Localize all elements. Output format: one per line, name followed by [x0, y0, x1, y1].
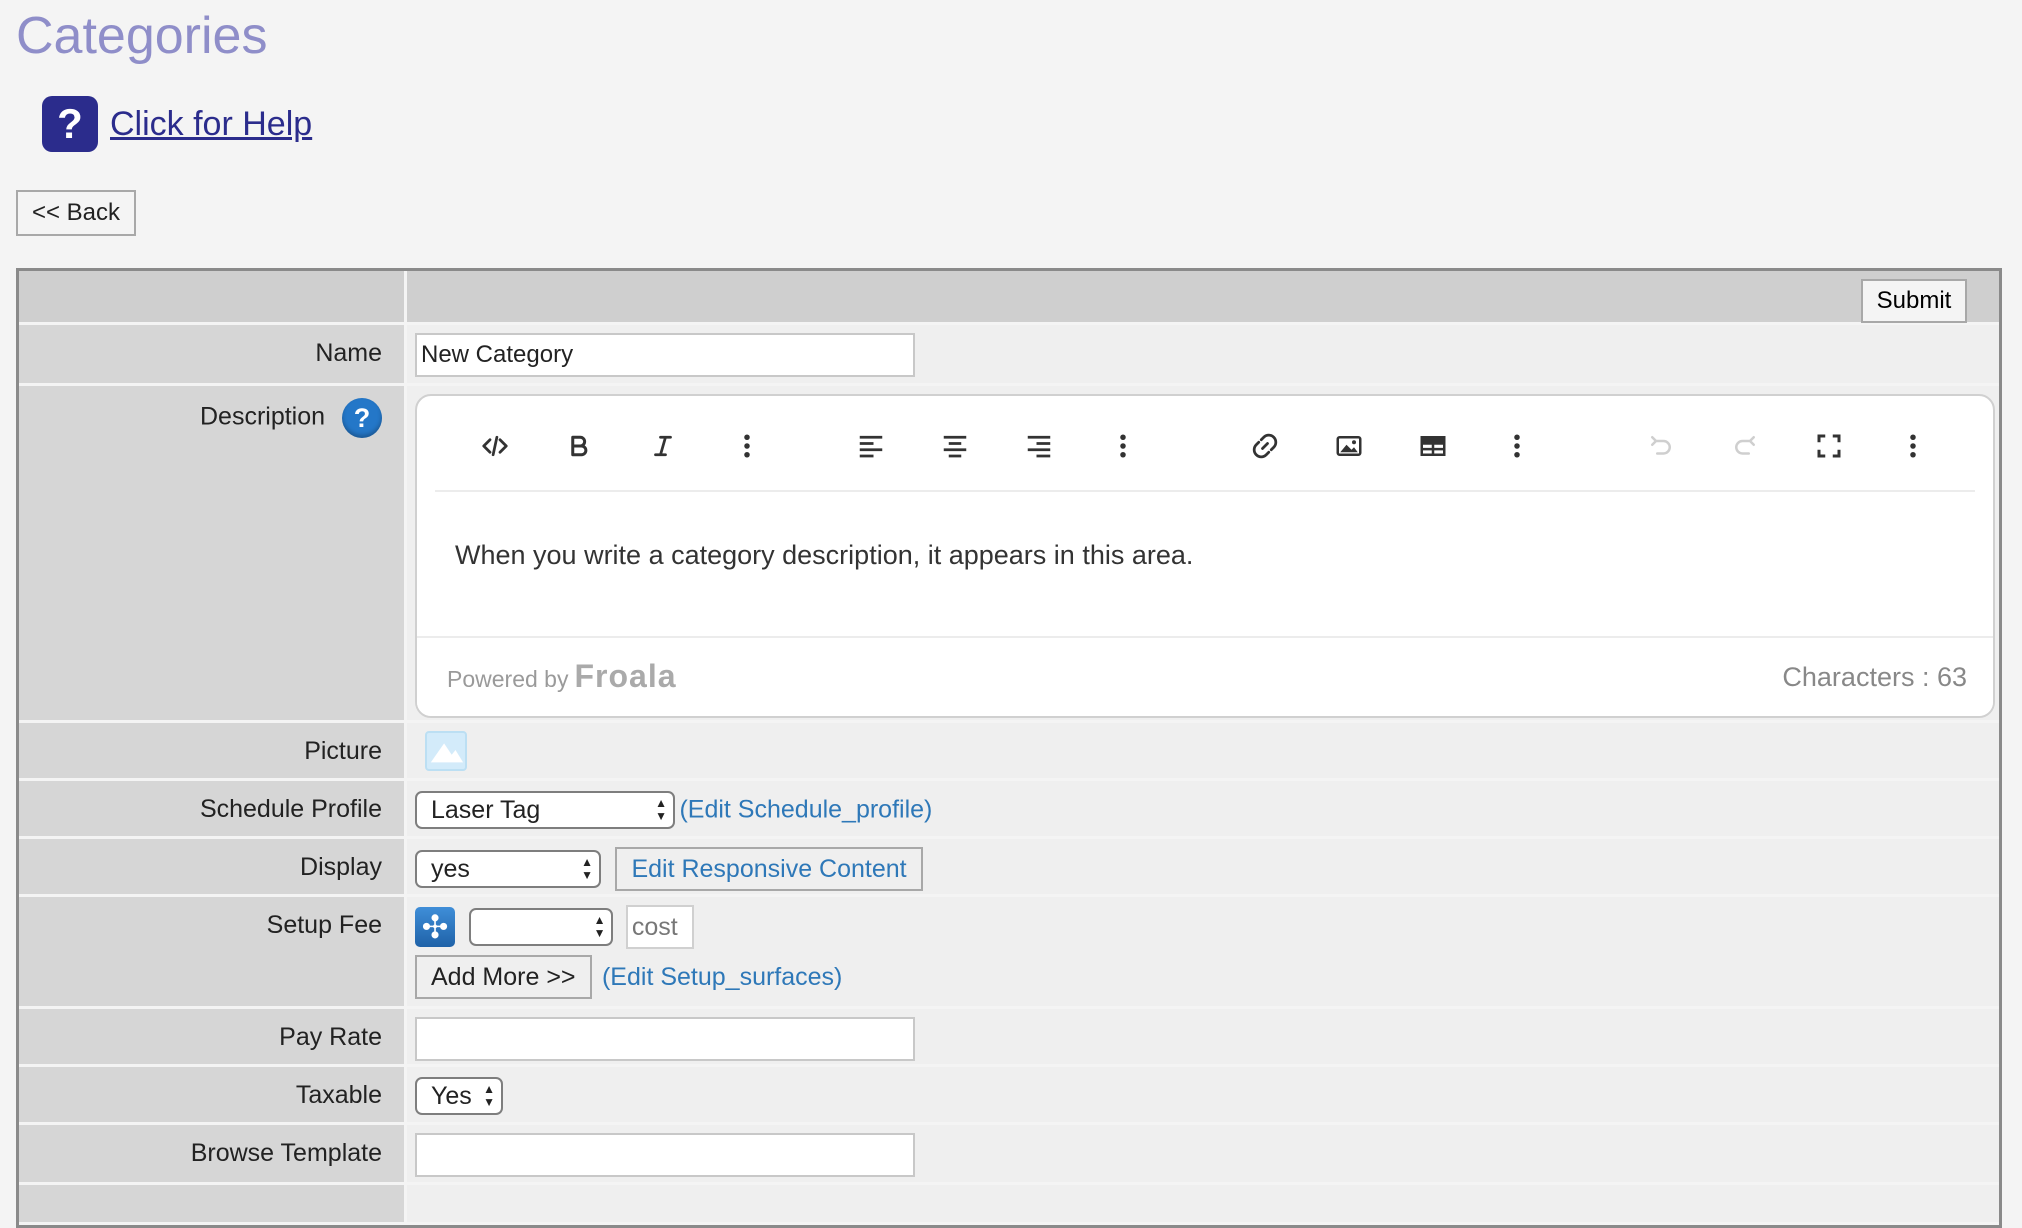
setup-fee-label: Setup Fee	[19, 897, 407, 1006]
setup-fee-actions: Add More >> (Edit Setup_surfaces)	[415, 955, 1999, 999]
more-paragraph-icon[interactable]	[1103, 426, 1143, 466]
pay-rate-label: Pay Rate	[19, 1009, 407, 1064]
picture-value-cell	[407, 723, 1999, 778]
display-row: Display yes ▲ ▼ Edit Responsive Content	[19, 839, 1999, 897]
header-value-cell: Submit	[407, 271, 1999, 323]
schedule-profile-row: Schedule Profile Laser Tag ▲ ▼ (Edit Sche…	[19, 781, 1999, 839]
align-left-icon[interactable]	[851, 426, 891, 466]
picture-row: Picture	[19, 723, 1999, 781]
cost-input[interactable]: cost	[625, 905, 694, 949]
align-center-icon[interactable]	[935, 426, 975, 466]
select-arrows-icon: ▲ ▼	[581, 855, 593, 882]
italic-icon[interactable]	[643, 426, 683, 466]
bold-icon[interactable]	[559, 426, 599, 466]
align-right-icon[interactable]	[1019, 426, 1059, 466]
more-rich-icon[interactable]	[1497, 426, 1537, 466]
select-arrows-icon: ▲ ▼	[593, 913, 606, 940]
editor-footer: Powered by Froala Characters : 63	[417, 636, 1993, 716]
more-misc-icon[interactable]	[1893, 426, 1933, 466]
name-value-cell	[407, 325, 1999, 383]
setup-fee-value-cell: ✣ ▲ ▼ cost Add More >> (Edit Setup_surfac…	[407, 897, 1999, 1006]
browse-template-row: Browse Template	[19, 1125, 1999, 1185]
pay-rate-input[interactable]	[415, 1017, 915, 1061]
picture-label: Picture	[19, 723, 407, 778]
description-row: Description ? When you write a category …	[19, 386, 1999, 723]
powered-by-text: Powered by	[447, 666, 569, 692]
display-value-cell: yes ▲ ▼ Edit Responsive Content	[407, 839, 1999, 894]
back-button[interactable]: << Back	[16, 190, 136, 236]
schedule-profile-label: Schedule Profile	[19, 781, 407, 836]
image-icon[interactable]	[1329, 426, 1369, 466]
select-arrows-icon: ▲ ▼	[655, 796, 667, 823]
redo-icon[interactable]	[1725, 426, 1765, 466]
next-row	[19, 1185, 1999, 1225]
description-label: Description	[199, 402, 326, 431]
form-header-row: Submit	[19, 271, 1999, 325]
description-value-cell: When you write a category description, i…	[407, 386, 1999, 720]
help-link[interactable]: Click for Help	[110, 105, 312, 144]
table-icon[interactable]	[1413, 426, 1453, 466]
pay-rate-value-cell	[407, 1009, 1999, 1064]
category-form: Submit Name Description ?	[16, 268, 2002, 1228]
next-row-label	[19, 1185, 407, 1222]
select-arrows-icon: ▲ ▼	[483, 1082, 495, 1109]
schedule-profile-select[interactable]: Laser Tag ▲ ▼	[415, 791, 675, 829]
character-count: Characters : 63	[1782, 662, 1967, 692]
name-input[interactable]	[415, 333, 915, 377]
browse-template-input[interactable]	[415, 1133, 915, 1177]
next-row-value	[407, 1185, 1999, 1222]
setup-fee-select[interactable]: ▲ ▼	[469, 908, 614, 946]
help-row: ? Click for Help	[42, 96, 312, 152]
description-label-cell: Description ?	[19, 386, 407, 720]
browse-template-label: Browse Template	[19, 1125, 407, 1182]
code-view-icon[interactable]	[475, 426, 515, 466]
taxable-value-cell: Yes ▲ ▼	[407, 1067, 1999, 1122]
link-icon[interactable]	[1245, 426, 1285, 466]
submit-button[interactable]: Submit	[1861, 279, 1967, 323]
picture-placeholder-icon[interactable]	[425, 731, 467, 771]
setup-fee-line: ✣ ▲ ▼ cost	[415, 905, 1999, 949]
rich-text-editor: When you write a category description, i…	[415, 394, 1995, 718]
display-selected: yes	[431, 854, 470, 883]
fullscreen-icon[interactable]	[1809, 426, 1849, 466]
page-title: Categories	[16, 7, 268, 65]
browse-template-value-cell	[407, 1125, 1999, 1182]
setup-fee-row: Setup Fee ✣ ▲ ▼ cost Add More >> (Edit Se…	[19, 897, 1999, 1009]
name-label: Name	[19, 325, 407, 383]
taxable-row: Taxable Yes ▲ ▼	[19, 1067, 1999, 1125]
edit-schedule-profile-link[interactable]: (Edit Schedule_profile)	[679, 796, 932, 824]
editor-toolbar	[435, 396, 1975, 492]
more-text-icon[interactable]	[727, 426, 767, 466]
display-select[interactable]: yes ▲ ▼	[415, 850, 601, 888]
drag-handle-icon[interactable]: ✣	[415, 907, 455, 947]
pay-rate-row: Pay Rate	[19, 1009, 1999, 1067]
edit-responsive-content-button[interactable]: Edit Responsive Content	[615, 847, 923, 891]
help-question-icon[interactable]: ?	[42, 96, 98, 152]
taxable-label: Taxable	[19, 1067, 407, 1122]
editor-content[interactable]: When you write a category description, i…	[455, 540, 1193, 571]
schedule-profile-selected: Laser Tag	[431, 795, 541, 824]
display-label: Display	[19, 839, 407, 894]
header-label-cell	[19, 271, 407, 322]
schedule-profile-value-cell: Laser Tag ▲ ▼ (Edit Schedule_profile)	[407, 781, 1999, 836]
taxable-selected: Yes	[431, 1081, 472, 1110]
powered-by[interactable]: Powered by Froala	[447, 658, 677, 695]
description-help-icon[interactable]: ?	[342, 398, 382, 438]
undo-icon[interactable]	[1641, 426, 1681, 466]
add-more-button[interactable]: Add More >>	[415, 955, 592, 999]
taxable-select[interactable]: Yes ▲ ▼	[415, 1077, 503, 1115]
edit-setup-surfaces-link[interactable]: (Edit Setup_surfaces)	[602, 963, 842, 991]
froala-logo: Froala	[574, 658, 677, 694]
name-row: Name	[19, 325, 1999, 386]
